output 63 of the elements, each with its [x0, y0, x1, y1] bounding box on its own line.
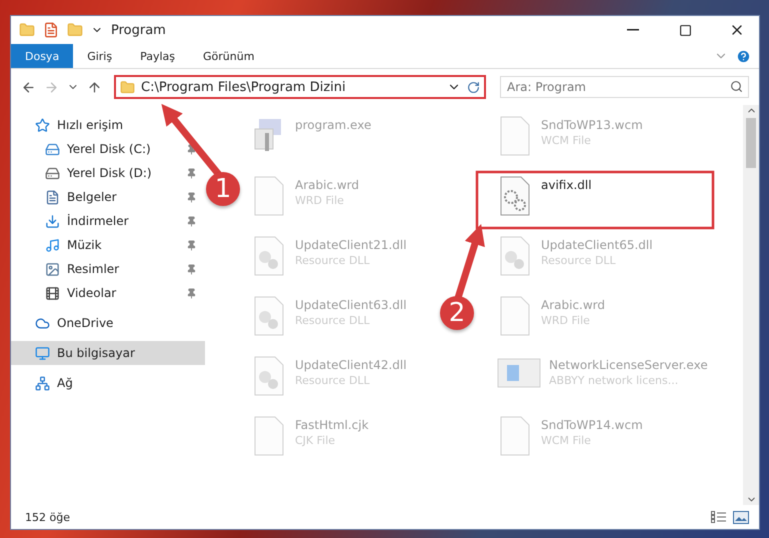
scrollbar[interactable]: [743, 105, 759, 505]
window-title: Program: [111, 22, 167, 38]
help-icon[interactable]: [736, 48, 751, 64]
pin-icon[interactable]: [186, 192, 197, 202]
ribbon-tab[interactable]: Paylaş: [126, 44, 189, 68]
sidebar-item[interactable]: Belgeler: [11, 185, 205, 209]
network-icon: [35, 376, 50, 390]
forward-arrow-icon: [44, 80, 59, 94]
scrollbar-thumb[interactable]: [746, 118, 756, 168]
properties-icon[interactable]: [43, 22, 59, 38]
pin-icon[interactable]: [186, 264, 197, 274]
file-name: UpdateClient63.dll: [295, 298, 407, 312]
sidebar-item[interactable]: Videolar: [11, 281, 205, 305]
file-name: FastHtml.cjk: [295, 418, 369, 432]
ribbon-tab[interactable]: Dosya: [11, 44, 74, 68]
thumbnail-view-icon[interactable]: [733, 510, 749, 524]
item-count: 152 öğe: [25, 510, 70, 524]
docs-icon: [45, 190, 60, 204]
refresh-icon[interactable]: [467, 80, 480, 94]
address-bar[interactable]: C:\Program Files\Program Dizini: [114, 75, 486, 99]
maximize-icon: [678, 24, 692, 36]
ribbon-tab[interactable]: Görünüm: [189, 44, 268, 68]
cloud-icon: [35, 316, 50, 330]
file-name: Arabic.wrd: [541, 298, 606, 312]
sidebar-item[interactable]: Bu bilgisayar: [11, 341, 205, 365]
sidebar-item[interactable]: Hızlı erişim: [11, 113, 205, 137]
file-item[interactable]: avifix.dll: [493, 171, 596, 221]
file-name: NetworkLicenseServer.exe: [549, 358, 708, 372]
pin-icon[interactable]: [186, 168, 197, 178]
sidebar-item[interactable]: İndirmeler: [11, 209, 205, 233]
file-name: UpdateClient21.dll: [295, 238, 407, 252]
download-icon: [45, 214, 60, 228]
sidebar-item[interactable]: Müzik: [11, 233, 205, 257]
sidebar-item[interactable]: Yerel Disk (C:): [11, 137, 205, 161]
pc-icon: [35, 346, 50, 360]
details-view-icon[interactable]: [711, 511, 727, 523]
ribbon-tab[interactable]: Giriş: [73, 44, 126, 68]
sidebar-item[interactable]: Ağ: [11, 371, 205, 395]
folder-icon: [19, 22, 35, 38]
file-name: SndToWP13.wcm: [541, 118, 643, 132]
file-name: UpdateClient65.dll: [541, 238, 653, 252]
file-name: avifix.dll: [541, 178, 592, 192]
file-name: program.exe: [295, 118, 372, 132]
music-icon: [45, 238, 60, 252]
search-icon: [730, 80, 743, 93]
pictures-icon: [45, 262, 60, 276]
search-field[interactable]: Ara: Program: [500, 76, 749, 98]
pin-icon[interactable]: [186, 216, 197, 226]
folder-icon: [120, 80, 135, 94]
pin-icon[interactable]: [186, 144, 197, 154]
drive-c-icon: [45, 142, 60, 156]
file-name: SndToWP14.wcm: [541, 418, 643, 432]
pin-icon[interactable]: [186, 288, 197, 298]
star-icon: [35, 118, 50, 132]
sidebar-item[interactable]: OneDrive: [11, 311, 205, 335]
minimize-icon: [627, 29, 639, 31]
sidebar-item[interactable]: Yerel Disk (D:): [11, 161, 205, 185]
video-icon: [45, 286, 60, 300]
drive-icon: [45, 166, 60, 180]
file-name: Arabic.wrd: [295, 178, 360, 192]
sidebar-item[interactable]: Resimler: [11, 257, 205, 281]
file-name: UpdateClient42.dll: [295, 358, 407, 372]
pin-icon[interactable]: [186, 240, 197, 250]
